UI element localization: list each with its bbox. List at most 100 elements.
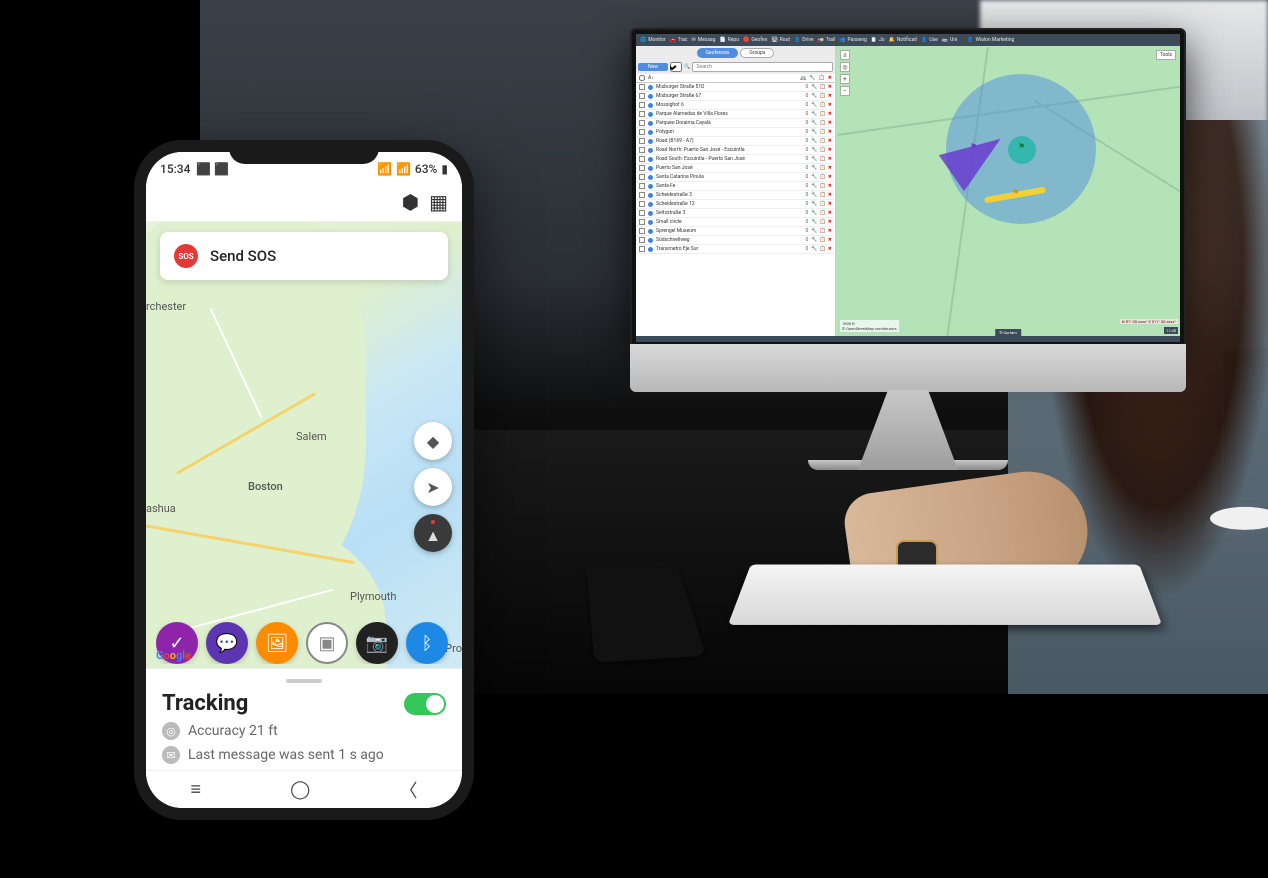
- locate-button[interactable]: ➤: [414, 468, 452, 506]
- top-nav-item[interactable]: 📄Repo: [719, 37, 739, 43]
- geofence-row[interactable]: Misburger Straße 51D0🔧📋✖: [636, 83, 835, 92]
- settings-icon[interactable]: ⬢: [402, 190, 419, 214]
- zoom-out-button[interactable]: −: [840, 86, 850, 96]
- row-edit-icon[interactable]: 🔧: [811, 102, 817, 108]
- top-nav-item[interactable]: 🛣Rout: [771, 37, 790, 43]
- row-checkbox[interactable]: [639, 219, 645, 225]
- row-copy-icon[interactable]: 📋: [820, 111, 826, 117]
- row-delete-icon[interactable]: ✖: [828, 129, 832, 135]
- row-delete-icon[interactable]: ✖: [828, 219, 832, 225]
- new-type-select[interactable]: [670, 62, 682, 72]
- home-button[interactable]: ◯: [290, 779, 310, 800]
- map-tools-button[interactable]: Tools: [1156, 50, 1176, 60]
- row-copy-icon[interactable]: 📋: [820, 102, 826, 108]
- row-delete-icon[interactable]: ✖: [828, 147, 832, 153]
- tracking-sheet[interactable]: Tracking ◎ Accuracy 21 ft ✉ Last message…: [146, 668, 462, 770]
- row-checkbox[interactable]: [639, 228, 645, 234]
- row-delete-icon[interactable]: ✖: [828, 246, 832, 252]
- row-checkbox[interactable]: [639, 102, 645, 108]
- row-copy-icon[interactable]: 📋: [820, 246, 826, 252]
- row-checkbox[interactable]: [639, 201, 645, 207]
- row-copy-icon[interactable]: 📋: [820, 192, 826, 198]
- row-copy-icon[interactable]: 📋: [820, 183, 826, 189]
- row-edit-icon[interactable]: 🔧: [811, 84, 817, 90]
- row-delete-icon[interactable]: ✖: [828, 102, 832, 108]
- geofence-row[interactable]: Road (B169 - A7)0🔧📋✖: [636, 137, 835, 146]
- row-edit-icon[interactable]: 🔧: [811, 174, 817, 180]
- row-copy-icon[interactable]: 📋: [820, 201, 826, 207]
- top-nav-item[interactable]: 🌐Monitor: [640, 37, 666, 43]
- row-edit-icon[interactable]: 🔧: [811, 183, 817, 189]
- geofence-row[interactable]: Parqueo Doraima Cayalá0🔧📋✖: [636, 119, 835, 128]
- row-copy-icon[interactable]: 📋: [820, 237, 826, 243]
- row-checkbox[interactable]: [639, 237, 645, 243]
- row-copy-icon[interactable]: 📋: [820, 84, 826, 90]
- row-checkbox[interactable]: [639, 246, 645, 252]
- geofence-row[interactable]: Polygon0🔧📋✖: [636, 128, 835, 137]
- row-checkbox[interactable]: [639, 156, 645, 162]
- top-nav-item[interactable]: 👤Wialon Marketing: [967, 37, 1014, 43]
- row-checkbox[interactable]: [639, 210, 645, 216]
- select-all-checkbox[interactable]: [639, 75, 645, 81]
- row-copy-icon[interactable]: 📋: [820, 228, 826, 234]
- row-edit-icon[interactable]: 🔧: [811, 138, 817, 144]
- row-checkbox[interactable]: [639, 192, 645, 198]
- layers-button[interactable]: ◆: [414, 422, 452, 460]
- new-button[interactable]: New: [638, 63, 668, 71]
- geofence-row[interactable]: Puerto San José0🔧📋✖: [636, 164, 835, 173]
- row-checkbox[interactable]: [639, 93, 645, 99]
- geofence-row[interactable]: Road North: Puerto San José - Escuintla0…: [636, 146, 835, 155]
- tracking-toggle[interactable]: [404, 693, 446, 715]
- search-input[interactable]: [692, 62, 833, 72]
- row-delete-icon[interactable]: ✖: [828, 165, 832, 171]
- back-button[interactable]: 〈: [399, 777, 417, 803]
- geofence-row[interactable]: Small circle0🔧📋✖: [636, 218, 835, 227]
- row-delete-icon[interactable]: ✖: [828, 228, 832, 234]
- row-copy-icon[interactable]: 📋: [820, 174, 826, 180]
- row-delete-icon[interactable]: ✖: [828, 192, 832, 198]
- tab-geofences[interactable]: Geofences: [697, 48, 739, 58]
- geofence-row[interactable]: Road South: Escuintla - Puerto San José0…: [636, 155, 835, 164]
- top-nav-item[interactable]: 🛑Geofen: [743, 37, 767, 43]
- sort-button[interactable]: A↓: [648, 75, 654, 81]
- geofence-row[interactable]: Sprengel Museum0🔧📋✖: [636, 227, 835, 236]
- tab-groups[interactable]: Groups: [740, 48, 774, 58]
- geofence-row[interactable]: Scheidestraße 120🔧📋✖: [636, 200, 835, 209]
- apps-grid-icon[interactable]: ▦: [429, 190, 448, 214]
- map-layers-button[interactable]: ≡: [840, 50, 850, 60]
- row-delete-icon[interactable]: ✖: [828, 138, 832, 144]
- row-delete-icon[interactable]: ✖: [828, 120, 832, 126]
- row-delete-icon[interactable]: ✖: [828, 84, 832, 90]
- flag-marker-yellow[interactable]: ⚑: [1012, 188, 1019, 197]
- row-copy-icon[interactable]: 📋: [820, 120, 826, 126]
- row-delete-icon[interactable]: ✖: [828, 93, 832, 99]
- top-nav-item[interactable]: 🔔Notificati: [889, 37, 917, 43]
- row-edit-icon[interactable]: 🔧: [811, 219, 817, 225]
- geofence-row[interactable]: Seifzstraße 30🔧📋✖: [636, 209, 835, 218]
- send-sos-card[interactable]: SOS Send SOS: [160, 232, 448, 280]
- row-checkbox[interactable]: [639, 138, 645, 144]
- row-delete-icon[interactable]: ✖: [828, 156, 832, 162]
- row-copy-icon[interactable]: 📋: [820, 147, 826, 153]
- geofence-row[interactable]: Santa Catarina Pinula0🔧📋✖: [636, 173, 835, 182]
- map-canvas[interactable]: ⚑ ⚑ ⚑ Tools ≡ ◎ + − 1000 ft © OpenStreet…: [836, 46, 1180, 336]
- scan-button[interactable]: ▣: [306, 622, 348, 664]
- row-copy-icon[interactable]: 📋: [820, 210, 826, 216]
- row-checkbox[interactable]: [639, 183, 645, 189]
- camera-button[interactable]: 📷: [356, 622, 398, 664]
- row-edit-icon[interactable]: 🔧: [811, 246, 817, 252]
- geofence-row[interactable]: Misburger Straße 670🔧📋✖: [636, 92, 835, 101]
- geofence-row[interactable]: Parque Alamedas de Villa Flores0🔧📋✖: [636, 110, 835, 119]
- row-copy-icon[interactable]: 📋: [820, 93, 826, 99]
- row-checkbox[interactable]: [639, 129, 645, 135]
- row-delete-icon[interactable]: ✖: [828, 201, 832, 207]
- mobile-map[interactable]: Boston Salem Plymouth ashua rchester Pro…: [146, 222, 462, 668]
- map-target-button[interactable]: ◎: [840, 62, 850, 72]
- image-button[interactable]: 🖼: [256, 622, 298, 664]
- row-edit-icon[interactable]: 🔧: [811, 165, 817, 171]
- sheet-drag-handle[interactable]: [286, 679, 322, 683]
- top-nav-item[interactable]: 👤Drive: [794, 37, 813, 43]
- row-edit-icon[interactable]: 🔧: [811, 93, 817, 99]
- row-checkbox[interactable]: [639, 111, 645, 117]
- geofence-row[interactable]: Südschnellweg0🔧📋✖: [636, 236, 835, 245]
